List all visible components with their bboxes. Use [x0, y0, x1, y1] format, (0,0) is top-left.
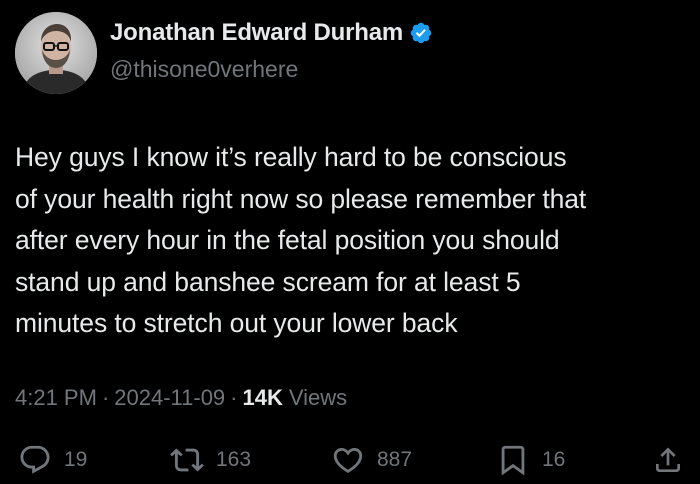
tweet: Jonathan Edward Durham @thisone0verhere … [0, 0, 700, 484]
retweet-icon [170, 448, 204, 472]
bookmark-icon [501, 445, 525, 476]
tweet-text: Hey guys I know it’s really hard to be c… [15, 142, 587, 338]
tweet-time[interactable]: 4:21 PM [15, 385, 97, 411]
verified-badge-icon [409, 21, 433, 45]
meta-separator: · [101, 385, 110, 410]
reply-count: 19 [64, 448, 88, 471]
reply-icon [20, 445, 50, 474]
retweet-button[interactable]: 163 [170, 440, 251, 480]
like-button[interactable]: 887 [331, 440, 412, 480]
tweet-meta: 4:21 PM · 2024-11-09 · 14K Views [15, 385, 347, 411]
bookmark-count: 16 [542, 448, 566, 471]
views-label: Views [288, 385, 348, 410]
author-info: Jonathan Edward Durham @thisone0verhere [110, 18, 433, 83]
tweet-date[interactable]: 2024-11-09 [114, 385, 225, 411]
meta-separator: · [230, 385, 238, 410]
share-icon [656, 447, 680, 472]
author-display-name[interactable]: Jonathan Edward Durham [110, 19, 403, 47]
author-avatar[interactable] [15, 12, 97, 94]
retweet-count: 163 [216, 448, 252, 471]
bookmark-button[interactable]: 16 [496, 440, 565, 480]
views-count: 14K [242, 385, 283, 410]
share-button[interactable] [652, 440, 684, 480]
heart-icon [333, 447, 363, 473]
reply-button[interactable]: 19 [18, 440, 87, 480]
action-bar: 19 163 887 16 [0, 440, 700, 480]
profile-photo-icon [15, 12, 97, 94]
author-handle[interactable]: @thisone0verhere [110, 56, 433, 83]
author-name-row: Jonathan Edward Durham [110, 18, 433, 48]
like-count: 887 [377, 448, 413, 471]
